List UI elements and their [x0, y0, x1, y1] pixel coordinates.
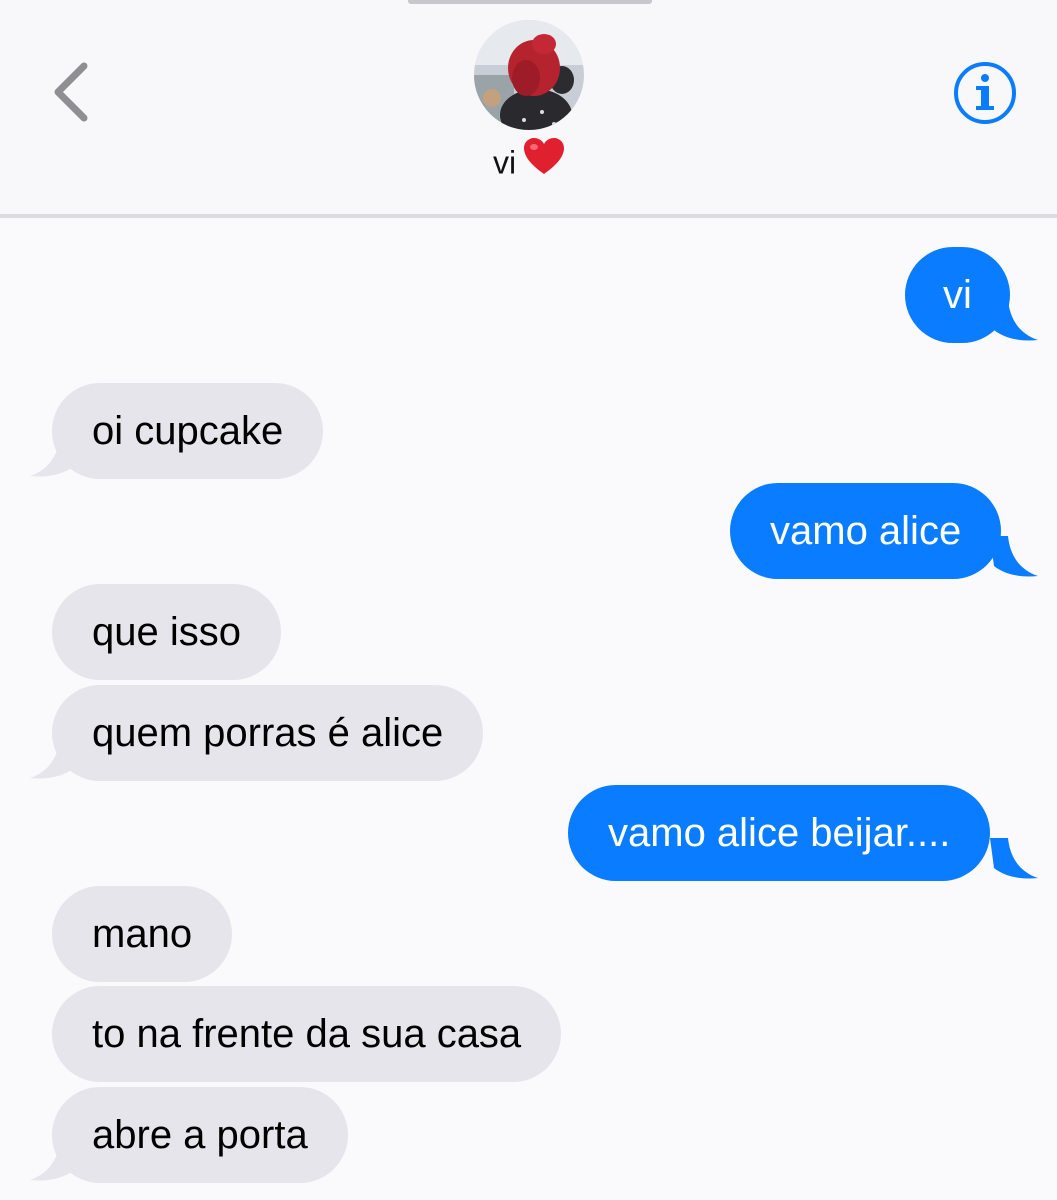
chevron-left-icon: [54, 62, 88, 122]
message-text: quem porras é alice: [92, 711, 444, 755]
outgoing-message[interactable]: vamo alice: [730, 483, 1002, 579]
message-text: vamo alice: [770, 509, 962, 553]
incoming-message[interactable]: mano: [52, 886, 233, 982]
contact-avatar[interactable]: [474, 20, 584, 130]
message-text: mano: [92, 912, 193, 956]
contact-name[interactable]: vi: [0, 138, 1057, 187]
incoming-message[interactable]: to na frente da sua casa: [52, 986, 562, 1082]
incoming-message[interactable]: que isso: [52, 584, 281, 680]
info-circle-icon: [954, 62, 1016, 124]
message-text: vamo alice beijar....: [608, 811, 951, 855]
message-text: to na frente da sua casa: [92, 1012, 522, 1056]
bubble-tail: [990, 300, 1038, 341]
bubble-tail: [30, 1140, 78, 1181]
incoming-message[interactable]: oi cupcake: [52, 383, 324, 479]
bubble-tail: [990, 536, 1038, 577]
message-text: oi cupcake: [92, 409, 284, 453]
conversation-header: vi: [0, 0, 1057, 218]
bubble-tail: [30, 738, 78, 779]
incoming-message[interactable]: abre a porta: [52, 1087, 348, 1183]
message-text: abre a porta: [92, 1113, 308, 1157]
status-bar-edge: [408, 0, 652, 4]
outgoing-message[interactable]: vamo alice beijar....: [568, 785, 991, 881]
bubble-tail: [990, 838, 1038, 879]
back-button[interactable]: [44, 58, 104, 128]
heart-emoji-icon: [524, 138, 565, 187]
info-button[interactable]: [952, 60, 1018, 126]
message-text: que isso: [92, 610, 241, 654]
message-text: vi: [943, 273, 972, 317]
bubble-tail: [30, 436, 78, 477]
contact-name-text: vi: [492, 144, 517, 181]
incoming-message[interactable]: quem porras é alice: [52, 685, 484, 781]
